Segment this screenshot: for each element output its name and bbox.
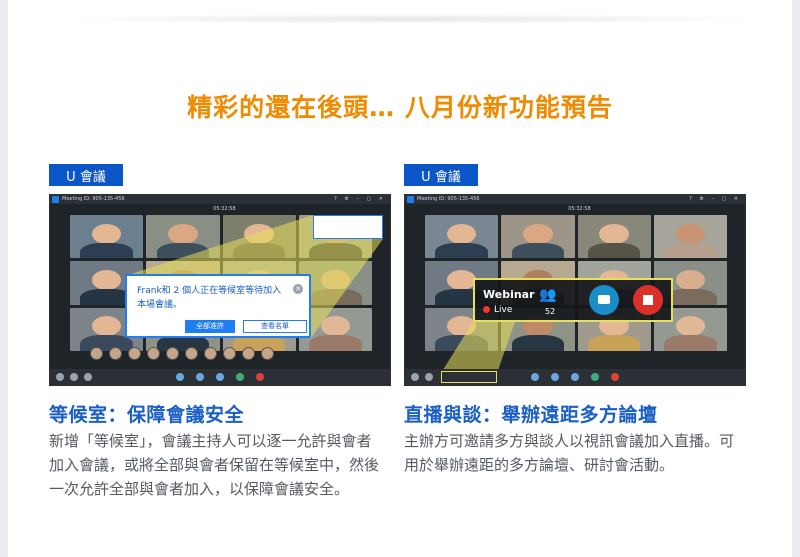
chat-icon[interactable] bbox=[589, 285, 619, 315]
meeting-toolbar bbox=[50, 369, 390, 385]
record-icon[interactable] bbox=[591, 373, 599, 381]
mini-waiting-popup bbox=[313, 215, 383, 239]
webinar-screenshot: Meeting ID: 905-135-456 ? ⚙ – ▢ ✕ 05:32:… bbox=[404, 194, 746, 386]
mic-icon[interactable] bbox=[56, 373, 64, 381]
speaker-icon[interactable] bbox=[84, 373, 92, 381]
product-badge: U 會議 bbox=[49, 164, 123, 186]
card-title: 等候室：保障會議安全 bbox=[49, 404, 245, 426]
meeting-timer: 05:32:58 bbox=[568, 206, 591, 212]
webinar-panel: Webinar Live 👥 52 bbox=[473, 278, 673, 322]
live-indicator: Live bbox=[483, 305, 512, 315]
mini-webinar-panel bbox=[441, 371, 497, 383]
camera-icon[interactable] bbox=[425, 373, 433, 381]
close-icon[interactable]: ✕ bbox=[293, 284, 303, 294]
card-description: 新增「等候室」，會議主持人可以逐一允許與會者加入會議，或將全部與會者保留在等候室… bbox=[49, 432, 380, 498]
people-icon[interactable] bbox=[176, 373, 184, 381]
headline: 精彩的還在後頭… 八月份新功能預告 bbox=[187, 93, 613, 122]
camera-icon[interactable] bbox=[70, 373, 78, 381]
meeting-id: Meeting ID: 905-135-456 bbox=[417, 196, 480, 202]
window-titlebar: Meeting ID: 905-135-456 ? ⚙ – ▢ ✕ bbox=[405, 195, 745, 204]
window-titlebar: Meeting ID: 905-135-456 ? ⚙ – ▢ ✕ bbox=[50, 195, 390, 204]
people-icon: 👥 bbox=[539, 287, 557, 303]
meeting-subbar: 05:32:58 bbox=[50, 204, 390, 214]
top-shadow-divider bbox=[48, 14, 768, 24]
card-description: 主辦方可邀請多方與談人以視訊會議加入直播。可用於舉辦遠距的多方論壇、研討會活動。 bbox=[404, 432, 735, 474]
webinar-label: Webinar bbox=[483, 288, 535, 301]
meeting-id: Meeting ID: 905-135-456 bbox=[62, 196, 125, 202]
page: 精彩的還在後頭… 八月份新功能預告 U 會議 Meeting ID: 905-1… bbox=[8, 0, 792, 557]
share-icon[interactable] bbox=[571, 373, 579, 381]
meeting-subbar: 05:32:58 bbox=[405, 204, 745, 214]
waiting-room-popup: Frank和 2 個人正在等候室等待加入本場會議。 ✕ 全部准許 查看名單 bbox=[125, 274, 311, 338]
admit-all-button[interactable]: 全部准許 bbox=[185, 320, 235, 333]
feature-card-waiting-room: U 會議 Meeting ID: 905-135-456 ? ⚙ – ▢ ✕ 0… bbox=[49, 164, 391, 501]
stop-icon[interactable] bbox=[633, 285, 663, 315]
mic-icon[interactable] bbox=[411, 373, 419, 381]
end-call-icon[interactable] bbox=[256, 373, 264, 381]
u-meeting-logo-icon bbox=[52, 196, 59, 203]
share-icon[interactable] bbox=[216, 373, 224, 381]
people-icon[interactable] bbox=[531, 373, 539, 381]
live-dot-icon bbox=[483, 306, 490, 313]
chat-icon[interactable] bbox=[551, 373, 559, 381]
record-icon[interactable] bbox=[236, 373, 244, 381]
u-meeting-logo-icon bbox=[407, 196, 414, 203]
end-call-icon[interactable] bbox=[611, 373, 619, 381]
meeting-timer: 05:32:58 bbox=[213, 206, 236, 212]
waiting-room-screenshot: Meeting ID: 905-135-456 ? ⚙ – ▢ ✕ 05:32:… bbox=[49, 194, 391, 386]
live-label: Live bbox=[494, 305, 513, 315]
view-list-button[interactable]: 查看名單 bbox=[243, 320, 307, 333]
window-controls[interactable]: ? ⚙ – ▢ ✕ bbox=[689, 195, 741, 204]
product-badge: U 會議 bbox=[404, 164, 478, 186]
card-title: 直播與談：舉辦遠距多方論壇 bbox=[404, 404, 658, 426]
waiting-room-message: Frank和 2 個人正在等候室等待加入本場會議。 bbox=[137, 286, 282, 310]
viewer-count: 52 bbox=[545, 307, 556, 316]
feature-card-webinar: U 會議 Meeting ID: 905-135-456 ? ⚙ – ▢ ✕ 0… bbox=[404, 164, 746, 477]
window-controls[interactable]: ? ⚙ – ▢ ✕ bbox=[334, 195, 386, 204]
participant-thumbnails[interactable] bbox=[90, 345, 352, 361]
chat-icon[interactable] bbox=[196, 373, 204, 381]
